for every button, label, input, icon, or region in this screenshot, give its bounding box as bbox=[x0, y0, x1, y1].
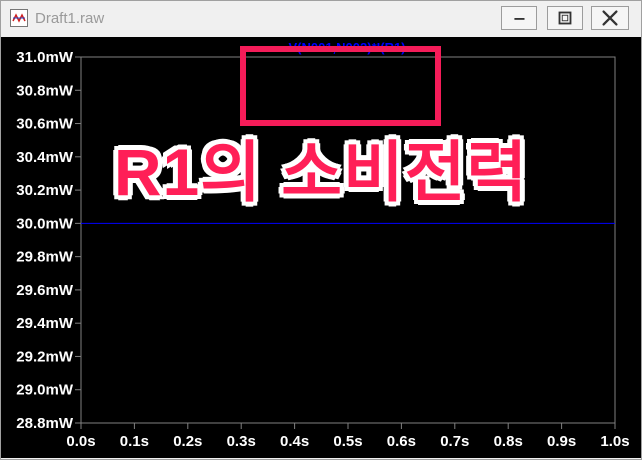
title-bar[interactable]: Draft1.raw bbox=[1, 1, 641, 37]
x-tick-label: 0.2s bbox=[173, 433, 202, 450]
y-tick-label: 29.0mW bbox=[16, 382, 74, 399]
waveform-window: Draft1.raw 31.0mW 30.8mW 30.6mW 30.4mW 30.2m… bbox=[0, 0, 642, 460]
minimize-button[interactable] bbox=[501, 6, 537, 30]
close-icon bbox=[602, 10, 618, 26]
y-tick-label: 30.8mW bbox=[16, 82, 74, 99]
y-tick-label: 29.2mW bbox=[16, 348, 74, 365]
y-tick-label: 29.8mW bbox=[16, 249, 74, 266]
y-tick-label: 30.0mW bbox=[16, 215, 74, 232]
x-tick-label: 0.0s bbox=[66, 433, 95, 450]
overlay-caption: R1의 소비전력 bbox=[113, 135, 529, 209]
close-button[interactable] bbox=[591, 6, 629, 30]
y-tick-label: 28.8mW bbox=[16, 415, 74, 432]
x-tick-label: 0.8s bbox=[494, 433, 523, 450]
maximize-button[interactable] bbox=[547, 6, 583, 30]
x-tick-label: 0.9s bbox=[547, 433, 576, 450]
x-tick-label: 1.0s bbox=[600, 433, 629, 450]
y-tick-label: 29.4mW bbox=[16, 315, 74, 332]
waveform-viewer-icon bbox=[10, 9, 28, 27]
window-title: Draft1.raw bbox=[35, 10, 105, 27]
y-tick-label: 29.6mW bbox=[16, 282, 74, 299]
x-tick-label: 0.5s bbox=[333, 433, 362, 450]
x-tick-label: 0.6s bbox=[387, 433, 416, 450]
x-tick-label: 0.7s bbox=[440, 433, 469, 450]
x-tick-label: 0.1s bbox=[120, 433, 149, 450]
trace-label-highlight-box bbox=[240, 46, 441, 126]
maximize-icon bbox=[558, 11, 572, 25]
x-tick-label: 0.3s bbox=[227, 433, 256, 450]
minimize-icon bbox=[514, 18, 525, 20]
x-tick-label: 0.4s bbox=[280, 433, 309, 450]
y-tick-label: 31.0mW bbox=[16, 49, 74, 66]
waveform-plot-pane[interactable]: 31.0mW 30.8mW 30.6mW 30.4mW 30.2mW 30.0mW 29.8… bbox=[1, 37, 641, 458]
